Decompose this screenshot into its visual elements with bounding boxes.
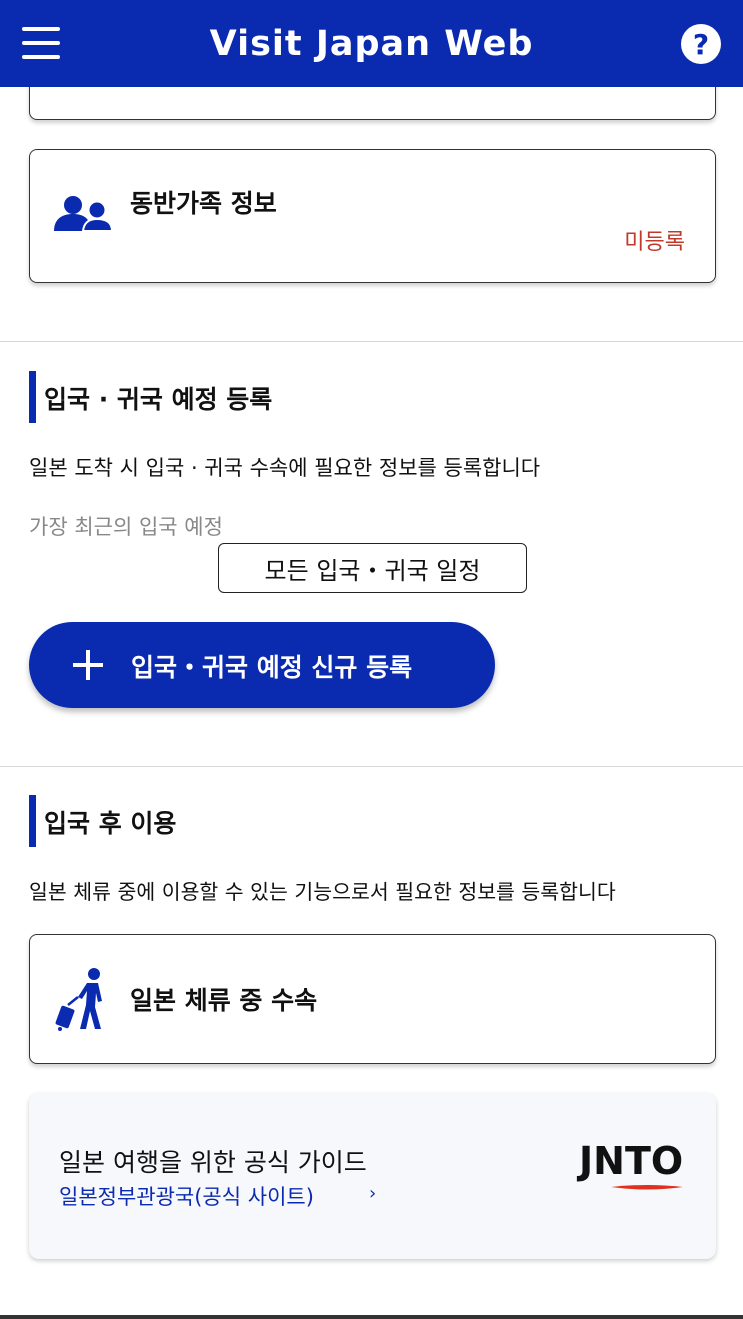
divider [0, 766, 743, 767]
hamburger-menu-icon[interactable] [22, 25, 60, 61]
stay-procedures-title: 일본 체류 중 수속 [130, 986, 318, 1015]
section-accent-bar [29, 795, 36, 847]
page: Visit Japan Web ? 동반가족 정보 미등록 입국 · 귀국 예정… [0, 0, 743, 1319]
recent-entry-label: 가장 최근의 입국 예정 [29, 515, 223, 539]
after-entry-section-description: 일본 체류 중에 이용할 수 있는 기능으로서 필요한 정보를 등록합니다 [29, 880, 616, 904]
traveler-luggage-icon [55, 968, 102, 1031]
entry-section-title: 입국 · 귀국 예정 등록 [44, 385, 273, 414]
jnto-logo: JNTO [579, 1139, 694, 1203]
bottom-divider [0, 1315, 743, 1319]
official-guide-card[interactable]: 일본 여행을 위한 공식 가이드 일본정부관광국(공식 사이트) › JNTO [29, 1093, 716, 1259]
status-badge: 미등록 [624, 230, 685, 255]
chevron-right-icon: › [369, 1183, 377, 1204]
new-registration-label: 입국・귀국 예정 신규 등록 [131, 653, 413, 682]
after-entry-section-title: 입국 후 이용 [44, 809, 177, 838]
new-registration-button[interactable]: 입국・귀국 예정 신규 등록 [29, 622, 495, 708]
help-icon[interactable]: ? [681, 24, 721, 64]
plus-icon [73, 650, 103, 680]
jnto-official-site-link[interactable]: 일본정부관광국(공식 사이트) [59, 1181, 314, 1211]
family-info-card[interactable]: 동반가족 정보 미등록 [29, 149, 716, 283]
app-title: Visit Japan Web [209, 23, 534, 64]
divider [0, 341, 743, 342]
family-icon [54, 196, 114, 232]
all-schedules-button[interactable]: 모든 입국・귀국 일정 [218, 543, 527, 593]
entry-section-description: 일본 도착 시 입국 · 귀국 수속에 필요한 정보를 등록합니다 [29, 456, 541, 480]
app-header: Visit Japan Web ? [0, 0, 743, 87]
family-info-title: 동반가족 정보 [130, 189, 277, 218]
guide-title: 일본 여행을 위한 공식 가이드 [59, 1148, 367, 1177]
stay-procedures-card[interactable]: 일본 체류 중 수속 [29, 934, 716, 1064]
section-accent-bar [29, 371, 36, 423]
